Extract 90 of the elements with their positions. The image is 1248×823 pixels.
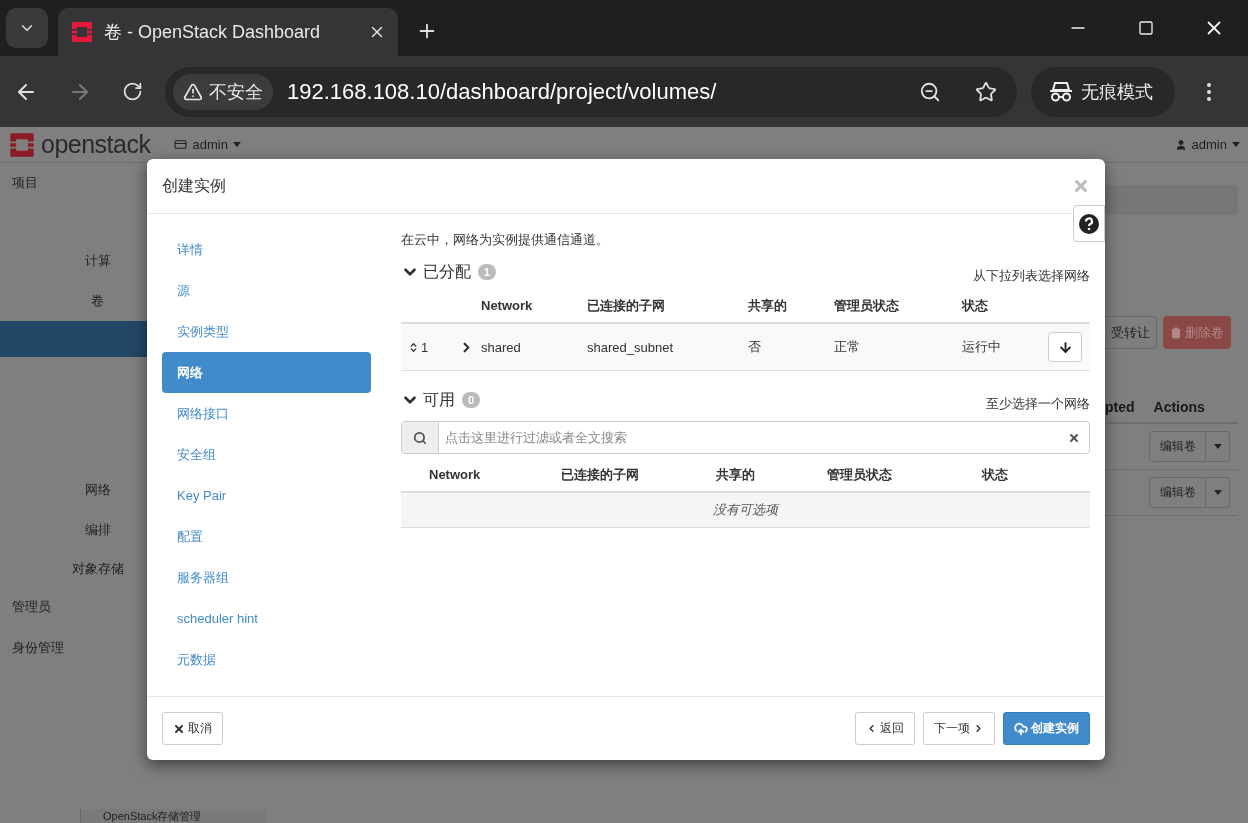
empty-message: 没有可选项	[713, 501, 778, 519]
column-header: Network	[429, 467, 482, 482]
hint-text: 至少选择一个网络	[986, 395, 1090, 413]
back-button[interactable]: 返回	[855, 712, 915, 745]
step-tab[interactable]: 配置	[162, 516, 371, 557]
incognito-icon	[1049, 80, 1073, 103]
table-cell-text: 正常	[834, 338, 861, 356]
column-header: 共享的	[748, 296, 788, 315]
deallocate-button[interactable]	[1048, 332, 1082, 362]
column-header: Actions	[1153, 399, 1205, 415]
order-handle[interactable]: 1	[401, 339, 459, 355]
sidebar-item[interactable]: 计算	[36, 253, 111, 269]
sidebar-item[interactable]: 卷	[43, 293, 104, 309]
reload-icon[interactable]	[122, 81, 143, 102]
project-dropdown[interactable]: admin	[174, 137, 241, 152]
sidebar-item[interactable]: 管理员	[0, 599, 51, 615]
column-header: 管理员状态	[834, 296, 900, 315]
step-tab[interactable]: 元数据	[162, 639, 371, 680]
incognito-chip[interactable]: 无痕模式	[1031, 66, 1175, 117]
cloud-upload-icon	[1014, 721, 1028, 736]
star-icon[interactable]	[975, 80, 997, 103]
column-header: Network	[481, 298, 534, 313]
sidebar-item[interactable]: 对象存储	[23, 561, 124, 577]
dropdown-toggle[interactable]	[1206, 431, 1230, 462]
step-tab[interactable]: 详情	[162, 229, 371, 270]
table-cell-text: 运行中	[962, 338, 1002, 356]
step-tab[interactable]: 安全组	[162, 434, 371, 475]
help-button[interactable]	[1073, 205, 1105, 242]
step-tab[interactable]: 服务器组	[162, 557, 371, 598]
count-badge: 0	[462, 392, 481, 408]
step-tab[interactable]: 网络	[162, 352, 371, 393]
section-title: 可用	[423, 389, 455, 410]
section-title: 已分配	[423, 261, 471, 282]
step-tab[interactable]: 实例类型	[162, 311, 371, 352]
arrow-down-icon	[1057, 339, 1073, 355]
column-header: 状态	[962, 296, 989, 315]
bottom-tab-label: OpenStack存储管理	[103, 808, 202, 823]
dropdown-toggle[interactable]	[1206, 477, 1230, 508]
zoom-icon[interactable]	[919, 80, 941, 103]
edit-button[interactable]: 编辑卷	[1149, 477, 1206, 508]
cancel-button[interactable]: 取消	[162, 712, 223, 745]
caret-icon	[232, 142, 241, 147]
logo-text: openstack	[41, 130, 151, 159]
sidebar-item[interactable]: 编排	[36, 522, 111, 538]
step-tab[interactable]: Key Pair	[162, 475, 371, 516]
trash-icon	[1170, 326, 1182, 339]
logo-icon	[8, 130, 36, 159]
create-button[interactable]: 创建实例	[1003, 712, 1090, 745]
address-bar[interactable]: 不安全 192.168.108.10/dashboard/project/volumes/	[165, 66, 1017, 117]
count-badge: 1	[478, 264, 497, 280]
user-icon	[1174, 138, 1187, 151]
security-chip[interactable]: 不安全	[173, 73, 273, 110]
url-text: 192.168.108.10/dashboard/project/volumes/	[287, 78, 718, 105]
tab-title: 卷 - OpenStack Dashboard	[104, 21, 322, 44]
close-icon	[173, 722, 185, 735]
modal-title: 创建实例	[162, 175, 227, 196]
project-icon	[174, 138, 188, 151]
search-icon	[413, 430, 427, 445]
column-header: 已连接的子网	[587, 296, 666, 315]
table-cell-text: shared_subnet	[587, 339, 674, 355]
edit-button[interactable]: 编辑卷	[1149, 431, 1206, 462]
clear-icon	[1068, 431, 1080, 444]
table-cell-text: shared	[481, 339, 522, 355]
hint-text: 从下拉列表选择网络	[973, 267, 1090, 285]
intro-text: 在云中，网络为实例提供通信通道。	[401, 231, 610, 249]
column-header: 共享的	[716, 465, 756, 484]
table-cell-text: 否	[748, 338, 762, 356]
help-icon	[1079, 213, 1099, 234]
logo-icon	[70, 20, 94, 44]
step-tab[interactable]: 源	[162, 270, 371, 311]
step-tab[interactable]: 网络接口	[162, 393, 371, 434]
chevron-right-icon	[973, 723, 984, 734]
sidebar-item[interactable]: 项目	[0, 175, 38, 191]
action-button[interactable]: 受转让	[1105, 316, 1157, 349]
column-header: 已连接的子网	[561, 465, 640, 484]
column-header: pted	[1105, 399, 1135, 415]
column-header: 状态	[982, 465, 1009, 484]
next-button[interactable]: 下一项	[923, 712, 995, 745]
sidebar-item[interactable]: 网络	[36, 482, 111, 498]
warning-icon	[183, 81, 203, 102]
user-dropdown[interactable]: admin	[1174, 137, 1240, 152]
sidebar-item[interactable]: 身份管理	[0, 640, 64, 656]
caret-icon	[1213, 490, 1222, 495]
caret-icon	[1232, 142, 1240, 147]
delete-button[interactable]: 删除卷	[1163, 316, 1231, 349]
bottom-tab[interactable]: OpenStack存储管理	[80, 809, 266, 823]
column-header: 管理员状态	[827, 465, 893, 484]
step-tab[interactable]: scheduler hint	[162, 598, 371, 639]
browser-tab[interactable]: 卷 - OpenStack Dashboard	[58, 8, 398, 56]
caret-icon	[1213, 444, 1222, 449]
